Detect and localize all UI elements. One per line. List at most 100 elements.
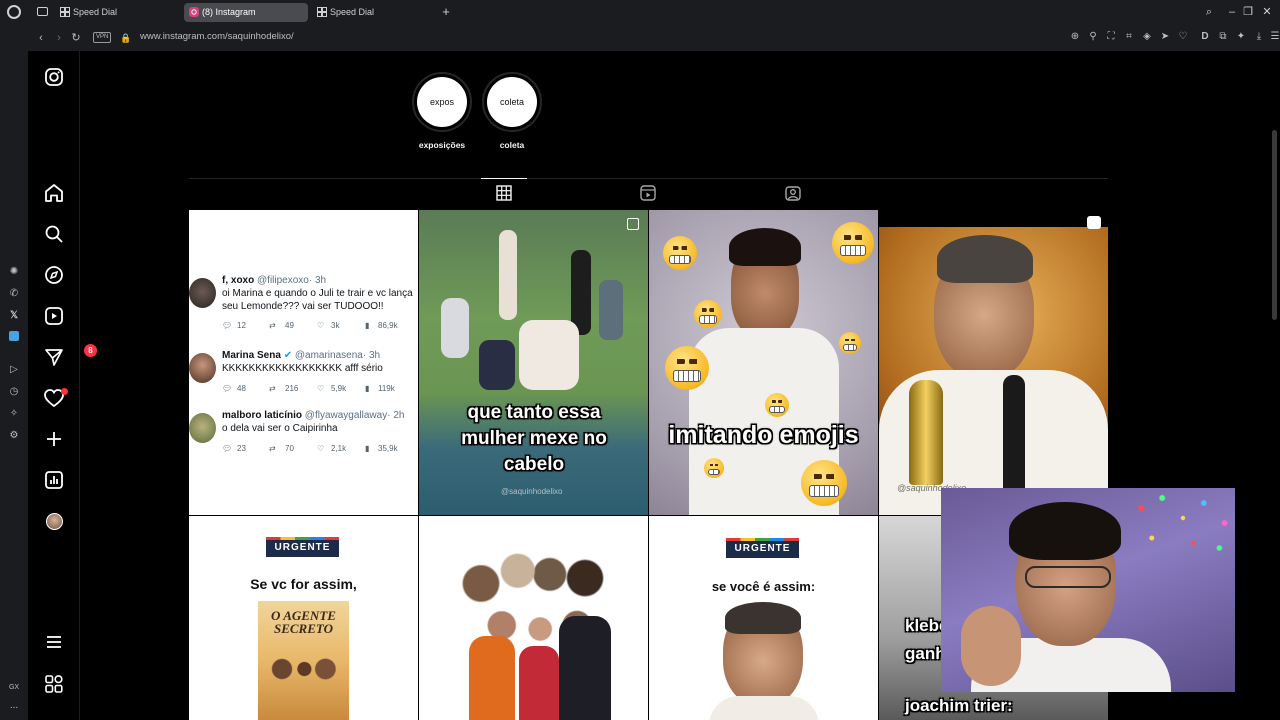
instagram-favicon-icon (189, 7, 199, 17)
highlight-exposicoes[interactable]: expos exposições (412, 72, 472, 150)
shield-icon[interactable]: ◈ (1140, 30, 1154, 44)
dashboard-icon[interactable] (43, 469, 65, 491)
chatgpt-icon[interactable]: ✺ (7, 265, 21, 279)
puzzle-icon[interactable]: ✦ (1234, 30, 1248, 44)
menu-icon[interactable]: ☰ (1268, 30, 1280, 44)
tab-reels[interactable] (625, 179, 671, 209)
tweet-author: f, xoxo @filipexoxo· 3h (222, 275, 326, 286)
post-imitando-emojis[interactable]: imitando emojis (649, 210, 878, 515)
x-icon[interactable]: 𝕏 (7, 309, 21, 323)
urgente-stripe (726, 538, 799, 541)
download-icon[interactable]: ⤓ (1252, 30, 1266, 44)
vpn-badge[interactable]: VPN (93, 32, 112, 43)
opera-logo-icon[interactable] (7, 5, 21, 19)
trophy (909, 380, 943, 485)
extensions-icon[interactable]: ⧉ (1216, 30, 1230, 44)
more-menu-icon[interactable] (43, 631, 65, 653)
new-tab-button[interactable]: + (438, 4, 454, 20)
tab-posts[interactable] (481, 178, 527, 208)
post-field-video[interactable]: que tanto essa mulher mexe no cabelo @sa… (419, 210, 648, 515)
dev-icon[interactable]: D (1198, 30, 1212, 44)
send-icon[interactable]: ➤ (1158, 30, 1172, 44)
reply-count: 48 (237, 384, 246, 393)
retweet-count: 216 (285, 384, 299, 393)
crop-icon[interactable]: ⌗ (1122, 30, 1136, 44)
highlight-label: coleta (499, 140, 525, 150)
minimize-icon[interactable]: – (1224, 4, 1240, 20)
reply-count: 23 (237, 444, 246, 453)
highlight-label: exposições (418, 140, 466, 150)
streamer-hair (1009, 502, 1121, 560)
scrollbar-thumb[interactable] (1272, 130, 1277, 320)
also-from-meta-icon[interactable] (43, 673, 65, 695)
app-icon[interactable] (7, 331, 21, 345)
views-count: 119k (378, 384, 395, 393)
zoom-icon[interactable]: ⊕ (1068, 30, 1082, 44)
person-figure (519, 320, 579, 390)
profile-tabs (189, 178, 1108, 208)
highlight-cover: coleta (487, 77, 537, 127)
post-group-poster[interactable] (419, 516, 648, 720)
urgente-label: URGENTE (274, 542, 331, 553)
profile-avatar[interactable] (46, 513, 63, 530)
reload-icon[interactable]: ↻ (68, 30, 84, 46)
pin-icon[interactable]: ⚲ (1086, 30, 1100, 44)
back-icon[interactable]: ‹ (33, 30, 49, 46)
grimacing-emoji (665, 346, 709, 390)
reply-count: 12 (237, 321, 246, 330)
tab-instagram[interactable]: (8) Instagram (184, 3, 308, 22)
grimacing-emoji (839, 332, 861, 354)
tab-tagged[interactable] (770, 179, 816, 209)
highlight-coleta[interactable]: coleta coleta (482, 72, 542, 150)
tweet-text: KKKKKKKKKKKKKKKKKK afff sério (222, 363, 383, 374)
d-extension-icon[interactable] (1184, 30, 1198, 44)
post-urgente-assim[interactable]: URGENTE se você é assim: (649, 516, 878, 720)
tweet-name: malboro laticínio (222, 410, 303, 421)
highlight-ring: coleta (482, 72, 542, 132)
search-icon[interactable] (43, 223, 65, 245)
retweet-count: 70 (285, 444, 294, 453)
post-awards-photo[interactable]: @saquinhodelixo (879, 210, 1108, 515)
tweet-handle: @filipexoxo (257, 275, 309, 286)
like-count: 5,9k (331, 384, 347, 393)
grimacing-emoji (832, 222, 874, 264)
create-icon[interactable] (43, 428, 65, 450)
person-body (709, 696, 819, 720)
forward-icon[interactable]: › (51, 30, 67, 46)
browser-tab-bar: Speed Dial (8) Instagram Speed Dial + ⌕ … (0, 0, 1280, 25)
player-icon[interactable]: ▷ (7, 363, 21, 377)
post-urgente-poster[interactable]: URGENTE Se vc for assim, O AGENTE SECRET… (189, 516, 418, 720)
streamer-glasses (1025, 566, 1111, 588)
tab-speed-dial-2[interactable]: Speed Dial (312, 3, 436, 22)
history-icon[interactable]: ◷ (7, 385, 21, 399)
watermark: @saquinhodelixo (501, 487, 563, 496)
url-field[interactable]: www.instagram.com/saquinhodelixo/ (140, 31, 294, 42)
more-icon[interactable]: ... (7, 699, 21, 713)
post-tweets[interactable]: f, xoxo @filipexoxo· 3h oi Marina e quan… (189, 210, 418, 515)
speed-dial-icon (317, 7, 327, 17)
urgente-badge: URGENTE (266, 537, 339, 557)
gx-label: GX (8, 684, 20, 691)
person-figure (571, 250, 591, 335)
grimacing-emoji (663, 236, 697, 270)
snapshot-icon[interactable]: ⛶ (1104, 30, 1118, 44)
address-bar: ‹ › ↻ VPN 🔒 www.instagram.com/saquinhode… (28, 25, 1280, 51)
tab-speed-dial-1[interactable]: Speed Dial (55, 3, 179, 22)
lock-icon[interactable]: 🔒 (118, 30, 134, 46)
tweet-time: · 3h (308, 275, 327, 286)
settings-icon[interactable]: ⚙ (7, 429, 21, 443)
close-window-icon[interactable]: ✕ (1259, 4, 1275, 20)
workspaces-icon[interactable] (37, 7, 48, 16)
explore-icon[interactable] (43, 264, 65, 286)
instagram-logo-icon[interactable] (43, 66, 65, 88)
search-tabs-icon[interactable]: ⌕ (1201, 4, 1217, 20)
person-figure (479, 340, 515, 390)
reels-icon[interactable] (43, 305, 65, 327)
messages-icon[interactable] (43, 346, 65, 368)
notification-dot (61, 388, 68, 395)
extensions-sidebar-icon[interactable]: ✧ (7, 407, 21, 421)
home-icon[interactable] (43, 182, 65, 204)
restore-icon[interactable]: ❐ (1240, 4, 1256, 20)
whatsapp-icon[interactable]: ✆ (7, 287, 21, 301)
tweet-author: malboro laticínio @flyawaygallaway· 2h (222, 410, 404, 421)
